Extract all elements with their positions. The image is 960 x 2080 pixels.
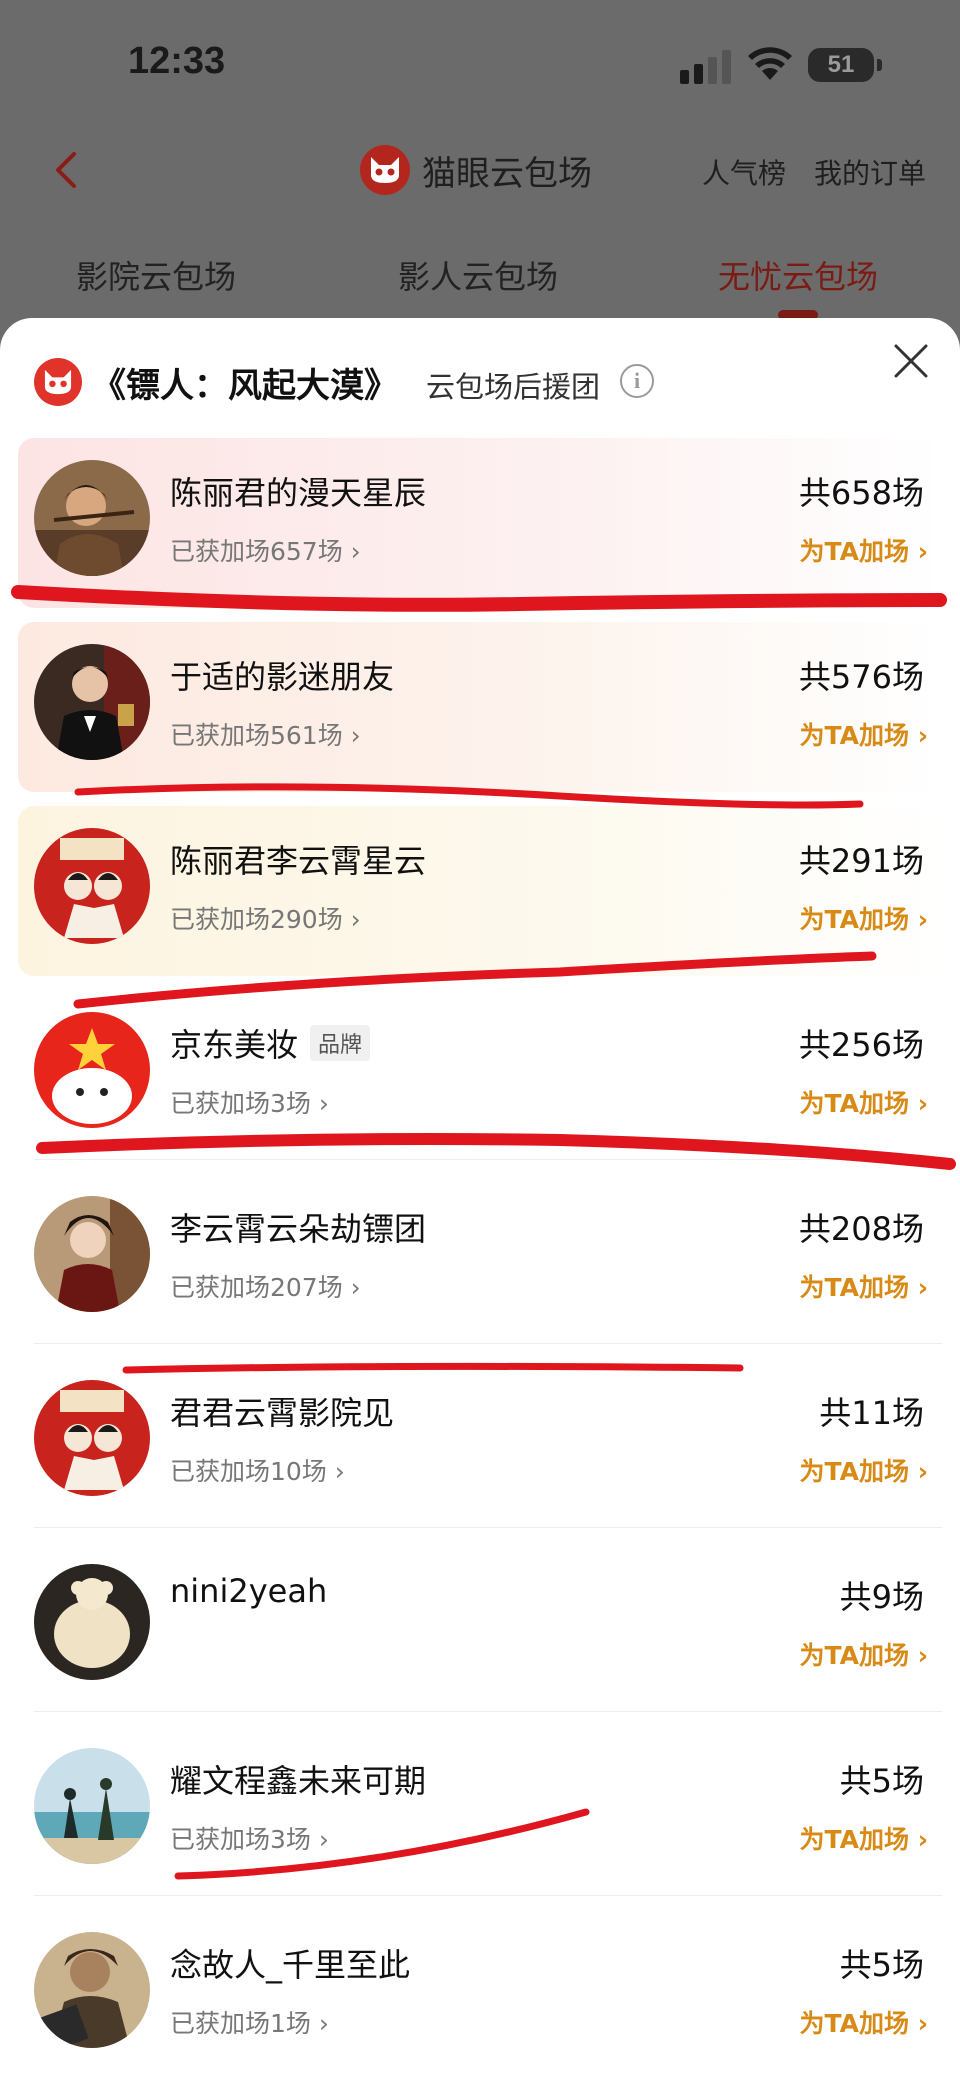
battery-level: 51 [827, 51, 855, 78]
added-count-link[interactable]: 已获加场1场 › [170, 2004, 329, 2040]
list-item[interactable]: nini2yeah 共9场 为TA加场 › [18, 1542, 942, 1712]
back-chevron-icon[interactable] [48, 150, 84, 190]
nav-links: 人气榜 我的订单 [702, 152, 926, 192]
list-item[interactable]: 陈丽君的漫天星辰 已获加场657场 › 共658场 为TA加场 › [18, 438, 942, 608]
tab-celebrity[interactable]: 影人云包场 [398, 252, 558, 298]
group-name: 李云霄云朵劫镖团 [170, 1210, 427, 1248]
nav-title: 猫眼云包场 [422, 153, 592, 194]
add-session-button[interactable]: 为TA加场 › [800, 1084, 928, 1120]
battery-icon: 51 [808, 48, 882, 82]
nav-bar: 猫眼云包场 人气榜 我的订单 [0, 130, 960, 210]
list-item[interactable]: 于适的影迷朋友 已获加场561场 › 共576场 为TA加场 › [18, 622, 942, 792]
list-item[interactable]: 耀文程鑫未来可期 已获加场3场 › 共5场 为TA加场 › [18, 1726, 942, 1896]
maoyan-logo-icon [34, 358, 82, 406]
group-name: 京东美妆 [170, 1026, 299, 1064]
group-name: 耀文程鑫未来可期 [170, 1762, 427, 1800]
movie-title: 《镖人：风起大漠》 [92, 366, 398, 406]
sheet-subtitle: 云包场后援团 [426, 370, 601, 404]
name-row: 于适的影迷朋友 [170, 652, 394, 698]
avatar [34, 460, 150, 576]
add-session-button[interactable]: 为TA加场 › [800, 900, 928, 936]
sheet-header: 《镖人：风起大漠》 云包场后援团 i [0, 318, 960, 428]
added-count-link[interactable]: 已获加场10场 › [170, 1452, 345, 1488]
add-session-button[interactable]: 为TA加场 › [800, 1636, 928, 1672]
total-count: 共658场 [798, 474, 924, 512]
total-count: 共5场 [839, 1946, 924, 1984]
added-count-link[interactable]: 已获加场3场 › [170, 1820, 329, 1856]
status-bar: 12:33 51 [0, 0, 960, 120]
wifi-icon [748, 47, 792, 80]
support-group-sheet: 《镖人：风起大漠》 云包场后援团 i 陈丽君的漫天星辰 已获加场657场 › 共… [0, 318, 960, 2080]
name-row: 京东美妆 品牌 [170, 1020, 371, 1066]
total-count: 共11场 [819, 1394, 924, 1432]
avatar [34, 644, 150, 760]
info-icon[interactable]: i [620, 364, 654, 398]
tab-worry-free[interactable]: 无忧云包场 [718, 252, 878, 298]
group-name: 陈丽君的漫天星辰 [170, 474, 427, 512]
avatar [34, 1380, 150, 1496]
list-item[interactable]: 念故人_千里至此 已获加场1场 › 共5场 为TA加场 › [18, 1910, 942, 2080]
total-count: 共291场 [798, 842, 924, 880]
added-count-link[interactable]: 已获加场3场 › [170, 1084, 329, 1120]
avatar [34, 1196, 150, 1312]
add-session-button[interactable]: 为TA加场 › [800, 532, 928, 568]
group-name: 念故人_千里至此 [170, 1946, 411, 1984]
group-name: 陈丽君李云霄星云 [170, 842, 427, 880]
maoyan-logo-icon [360, 145, 410, 195]
avatar [34, 1012, 150, 1128]
avatar [34, 1564, 150, 1680]
list-item[interactable]: 李云霄云朵劫镖团 已获加场207场 › 共208场 为TA加场 › [18, 1174, 942, 1344]
popularity-ranking-link[interactable]: 人气榜 [702, 152, 786, 192]
close-icon[interactable] [892, 342, 930, 380]
added-count-link[interactable]: 已获加场561场 › [170, 716, 361, 752]
avatar [34, 1748, 150, 1864]
list-item[interactable]: 陈丽君李云霄星云 已获加场290场 › 共291场 为TA加场 › [18, 806, 942, 976]
avatar [34, 1932, 150, 2048]
total-count: 共256场 [798, 1026, 924, 1064]
total-count: 共9场 [839, 1578, 924, 1616]
status-time: 12:33 [128, 40, 226, 82]
name-row: 陈丽君的漫天星辰 [170, 468, 426, 514]
total-count: 共576场 [798, 658, 924, 696]
list-item[interactable]: 君君云霄影院见 已获加场10场 › 共11场 为TA加场 › [18, 1358, 942, 1528]
nav-brand: 猫眼云包场 [360, 142, 592, 198]
add-session-button[interactable]: 为TA加场 › [800, 1268, 928, 1304]
my-orders-link[interactable]: 我的订单 [814, 152, 926, 192]
total-count: 共5场 [839, 1762, 924, 1800]
added-count-link[interactable]: 已获加场657场 › [170, 532, 361, 568]
add-session-button[interactable]: 为TA加场 › [800, 1820, 928, 1856]
name-row: 君君云霄影院见 [170, 1388, 394, 1434]
tab-bar: 影院云包场 影人云包场 无忧云包场 [0, 240, 960, 320]
add-session-button[interactable]: 为TA加场 › [800, 2004, 928, 2040]
avatar [34, 828, 150, 944]
name-row: 耀文程鑫未来可期 [170, 1756, 426, 1802]
cellular-signal-icon [680, 50, 731, 84]
added-count-link[interactable]: 已获加场290场 › [170, 900, 361, 936]
add-session-button[interactable]: 为TA加场 › [800, 1452, 928, 1488]
name-row: 李云霄云朵劫镖团 [170, 1204, 426, 1250]
name-row: 念故人_千里至此 [170, 1940, 410, 1986]
brand-badge: 品牌 [310, 1025, 371, 1061]
group-name: nini2yeah [170, 1572, 328, 1610]
group-name: 君君云霄影院见 [170, 1394, 395, 1432]
list-item[interactable]: 京东美妆 品牌 已获加场3场 › 共256场 为TA加场 › [18, 990, 942, 1160]
add-session-button[interactable]: 为TA加场 › [800, 716, 928, 752]
tab-cinema[interactable]: 影院云包场 [76, 252, 236, 298]
name-row: 陈丽君李云霄星云 [170, 836, 426, 882]
group-name: 于适的影迷朋友 [170, 658, 395, 696]
added-count-link[interactable]: 已获加场207场 › [170, 1268, 361, 1304]
total-count: 共208场 [798, 1210, 924, 1248]
name-row: nini2yeah [170, 1572, 327, 1610]
